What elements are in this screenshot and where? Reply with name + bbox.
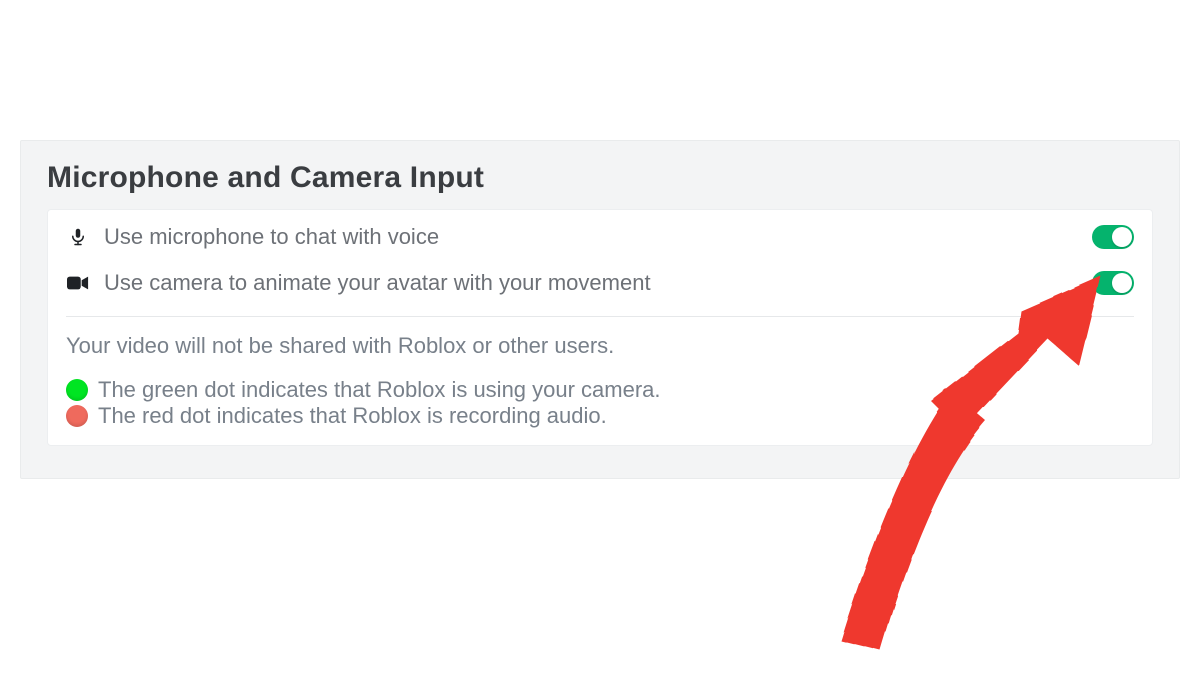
legend-red-text: The red dot indicates that Roblox is rec… xyxy=(98,403,607,429)
video-disclaimer: Your video will not be shared with Roblo… xyxy=(66,333,1134,359)
legend-green-text: The green dot indicates that Roblox is u… xyxy=(98,377,661,403)
info-block: Your video will not be shared with Roblo… xyxy=(48,323,1152,445)
green-dot-icon xyxy=(66,379,88,401)
section-title: Microphone and Camera Input xyxy=(47,161,1153,195)
settings-card: Use microphone to chat with voice Use ca… xyxy=(47,209,1153,446)
setting-left: Use camera to animate your avatar with y… xyxy=(66,270,651,296)
settings-panel: Microphone and Camera Input Use micropho… xyxy=(20,140,1180,479)
video-camera-icon xyxy=(66,275,90,291)
camera-label: Use camera to animate your avatar with y… xyxy=(104,270,651,296)
legend-green: The green dot indicates that Roblox is u… xyxy=(66,377,1134,403)
red-dot-icon xyxy=(66,405,88,427)
status-legend: The green dot indicates that Roblox is u… xyxy=(66,377,1134,429)
setting-left: Use microphone to chat with voice xyxy=(66,224,439,250)
divider xyxy=(66,316,1134,317)
microphone-label: Use microphone to chat with voice xyxy=(104,224,439,250)
toggle-knob xyxy=(1112,273,1132,293)
setting-row-camera: Use camera to animate your avatar with y… xyxy=(48,260,1152,306)
camera-toggle[interactable] xyxy=(1092,271,1134,295)
legend-red: The red dot indicates that Roblox is rec… xyxy=(66,403,1134,429)
microphone-icon xyxy=(66,226,90,248)
app-window: Microphone and Camera Input Use micropho… xyxy=(0,0,1200,675)
microphone-toggle[interactable] xyxy=(1092,225,1134,249)
setting-row-microphone: Use microphone to chat with voice xyxy=(48,214,1152,260)
toggle-knob xyxy=(1112,227,1132,247)
